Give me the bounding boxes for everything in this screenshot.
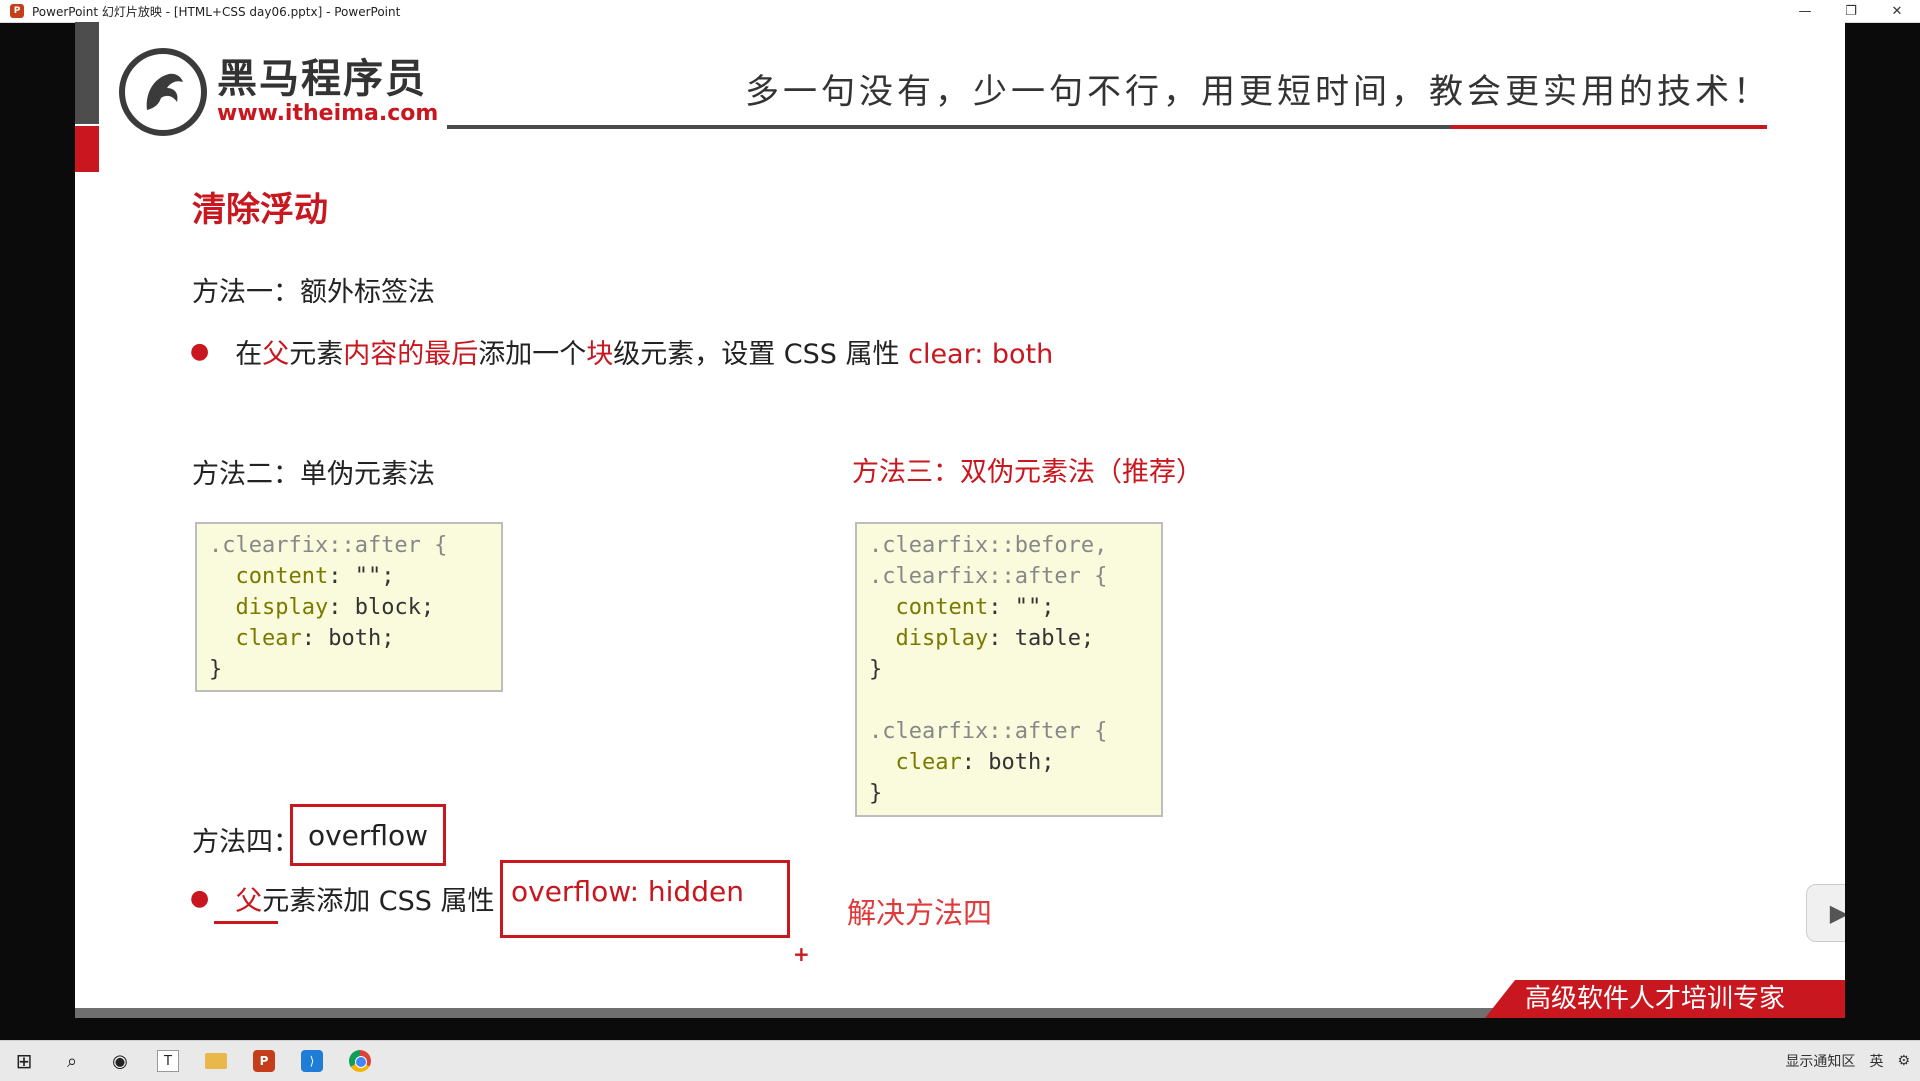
- method3-code-block: .clearfix::before, .clearfix::after { co…: [855, 522, 1163, 817]
- taskbar: ⊞ ⌕ ◉ T P ⟩ 显示通知区 英 ⚙: [0, 1040, 1920, 1081]
- method2-title: 方法二：单伪元素法: [192, 459, 435, 490]
- code-prop: display: [235, 595, 329, 620]
- powerpoint-app-icon: P: [10, 4, 24, 18]
- code-prop: content: [235, 564, 329, 589]
- left-accent-bar-red: [75, 126, 99, 172]
- close-button[interactable]: ✕: [1874, 0, 1920, 22]
- method1-text: 在父元素内容的最后添加一个块级元素，设置 CSS 属性 clear: both: [235, 339, 1054, 370]
- windows-start-icon[interactable]: ⊞: [0, 1041, 48, 1081]
- slogan: 多一句没有，少一句不行，用更短时间，教会更实用的技术！: [745, 72, 1771, 112]
- annotation-underline: [214, 921, 278, 924]
- overflow-highlight-box: overflow: [290, 804, 446, 866]
- code-line: .clearfix::after {: [209, 533, 448, 558]
- method1-bullet: ● 在父元素内容的最后添加一个块级元素，设置 CSS 属性 clear: bot…: [190, 332, 1053, 371]
- code-prop: clear: [235, 626, 302, 651]
- code-prop: clear: [895, 750, 962, 775]
- annotation-text: 解决方法四: [847, 896, 993, 930]
- code-line: .clearfix::after {: [869, 719, 1108, 744]
- window-controls: — ❐ ✕: [1782, 0, 1920, 22]
- system-tray: 显示通知区 英 ⚙: [1785, 1041, 1910, 1081]
- code-line: }: [209, 657, 223, 682]
- window-title: PowerPoint 幻灯片放映 - [HTML+CSS day06.pptx]…: [32, 4, 401, 19]
- method4-text: 元素添加 CSS 属性: [262, 886, 495, 917]
- chrome-icon[interactable]: [336, 1041, 384, 1081]
- left-accent-bar-gray: [75, 22, 99, 124]
- method4-fu: 父: [235, 886, 263, 917]
- logo-name: 黑马程序员: [217, 56, 427, 102]
- powerpoint-taskbar-icon[interactable]: P: [240, 1041, 288, 1081]
- settings-icon[interactable]: ⚙: [1897, 1053, 1910, 1069]
- code-line: }: [869, 657, 883, 682]
- overflow-hidden-box: overflow: hidden: [500, 860, 790, 938]
- method4-title: 方法四：: [192, 827, 300, 858]
- restore-button[interactable]: ❐: [1828, 0, 1874, 22]
- search-icon[interactable]: ⌕: [48, 1041, 96, 1081]
- code-value: : both;: [301, 626, 395, 651]
- tray-notification-text[interactable]: 显示通知区: [1785, 1051, 1855, 1071]
- header-rule-accent: [1451, 125, 1767, 129]
- bullet-dot-icon: ●: [190, 886, 210, 911]
- logo-url: www.itheima.com: [217, 101, 439, 126]
- code-prop: content: [895, 595, 989, 620]
- vscode-icon[interactable]: ⟩: [288, 1041, 336, 1081]
- language-indicator[interactable]: 英: [1869, 1051, 1883, 1071]
- plus-cursor-icon: +: [793, 942, 810, 966]
- logo: 黑马程序员 www.itheima.com: [119, 48, 438, 136]
- code-prop: display: [895, 626, 989, 651]
- typora-app-icon[interactable]: T: [144, 1041, 192, 1081]
- minimize-button[interactable]: —: [1782, 0, 1828, 22]
- code-value: : "";: [988, 595, 1055, 620]
- code-value: : "";: [328, 564, 395, 589]
- method1-title: 方法一：额外标签法: [192, 277, 435, 308]
- file-explorer-icon[interactable]: [192, 1041, 240, 1081]
- code-value: : block;: [328, 595, 435, 620]
- method2-code-block: .clearfix::after { content: ""; display:…: [195, 522, 503, 692]
- method3-title: 方法三：双伪元素法（推荐）: [852, 457, 1203, 488]
- code-line: .clearfix::after {: [869, 564, 1108, 589]
- play-button[interactable]: ▶: [1806, 884, 1845, 942]
- code-line: .clearfix::before,: [869, 533, 1108, 558]
- code-value: : both;: [961, 750, 1055, 775]
- method4-bullet: ● 父元素添加 CSS 属性: [190, 879, 495, 918]
- header-rule: [447, 125, 1525, 129]
- obs-icon[interactable]: ◉: [96, 1041, 144, 1081]
- footer-banner: 高级软件人才培训专家: [1485, 980, 1845, 1018]
- bullet-dot-icon: ●: [190, 339, 210, 364]
- code-line: }: [869, 781, 883, 806]
- code-value: : table;: [988, 626, 1095, 651]
- slide-heading: 清除浮动: [192, 190, 328, 230]
- slide[interactable]: 黑马程序员 www.itheima.com 多一句没有，少一句不行，用更短时间，…: [75, 22, 1845, 1018]
- window-titlebar: P PowerPoint 幻灯片放映 - [HTML+CSS day06.ppt…: [0, 0, 1920, 23]
- horse-logo-icon: [119, 48, 207, 136]
